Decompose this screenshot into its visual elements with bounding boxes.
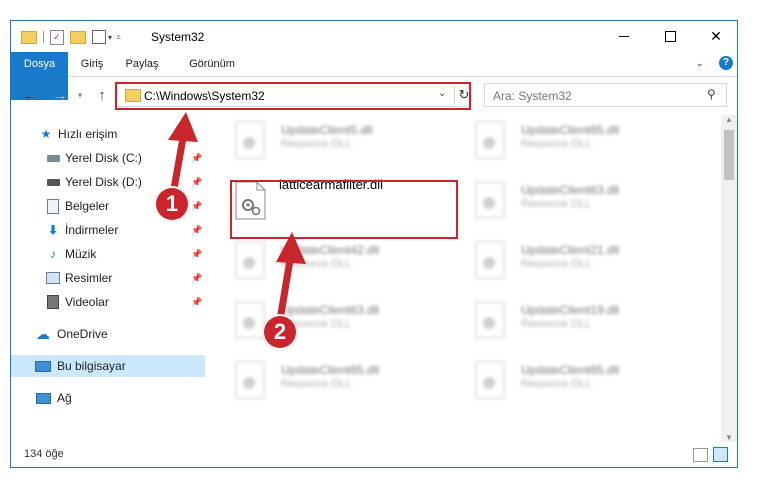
- step-2-badge: 2: [262, 314, 298, 350]
- arrow-up-icon: [276, 256, 294, 324]
- arrow-head-icon: [276, 232, 306, 264]
- arrow-head-icon: [168, 112, 198, 142]
- annotation-arrows: [168, 112, 306, 324]
- step-1-badge: 1: [154, 186, 190, 222]
